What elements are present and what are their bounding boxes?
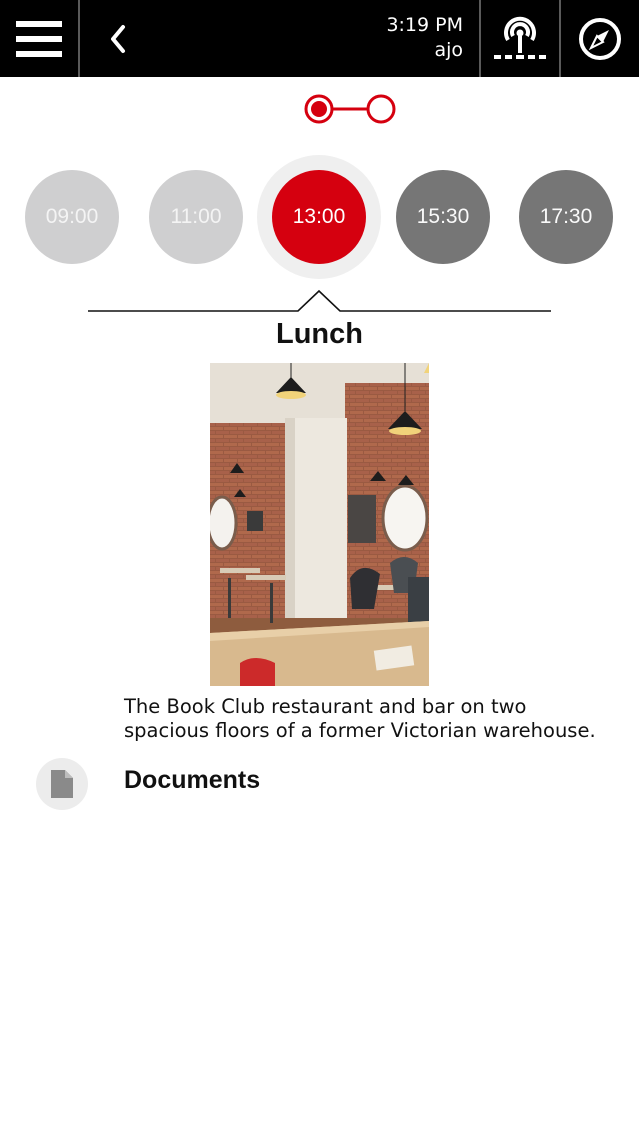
documents-row[interactable]: Documents: [0, 756, 639, 812]
description-line: spacious floors of a former Victorian wa…: [124, 719, 596, 742]
document-icon: [51, 770, 73, 798]
time-slot-row: 09:00 11:00 13:00 15:30 17:30: [0, 155, 639, 279]
event-title: Lunch: [276, 318, 363, 350]
beacon-icon: [494, 16, 546, 59]
chevron-left-icon: [111, 24, 125, 53]
document-icon-badge: [36, 758, 88, 810]
status-area: 3:19 PM ajo: [386, 13, 463, 63]
time-slot-1530[interactable]: 15:30: [396, 170, 490, 264]
documents-label: Documents: [124, 766, 261, 794]
time-slot-label: 09:00: [45, 205, 99, 228]
description-line: The Book Club restaurant and bar on two: [124, 695, 527, 718]
time-slot-1100[interactable]: 11:00: [149, 170, 243, 264]
time-slot-1730[interactable]: 17:30: [519, 170, 613, 264]
menu-button[interactable]: [0, 0, 78, 77]
section-divider: [88, 289, 551, 312]
event-photo: [210, 363, 429, 686]
back-button[interactable]: [80, 0, 158, 77]
compass-icon: [579, 17, 621, 60]
user-name: ajo: [434, 39, 463, 61]
time-slot-label: 15:30: [416, 205, 470, 228]
time-slot-label: 17:30: [539, 205, 593, 228]
time-slot-0900[interactable]: 09:00: [25, 170, 119, 264]
event-description: The Book Club restaurant and bar on two …: [124, 695, 624, 743]
hamburger-menu-icon: [16, 20, 62, 57]
clock-time: 3:19 PM: [386, 14, 463, 36]
time-slot-label: 13:00: [292, 205, 346, 228]
time-slot-1300[interactable]: 13:00: [272, 170, 366, 264]
top-bar: 3:19 PM ajo: [0, 0, 639, 77]
beacon-button[interactable]: [481, 0, 559, 77]
compass-button[interactable]: [561, 0, 639, 77]
page-dot-inactive: [366, 94, 396, 124]
time-slot-label: 11:00: [170, 205, 222, 228]
page-indicator[interactable]: [303, 93, 397, 125]
